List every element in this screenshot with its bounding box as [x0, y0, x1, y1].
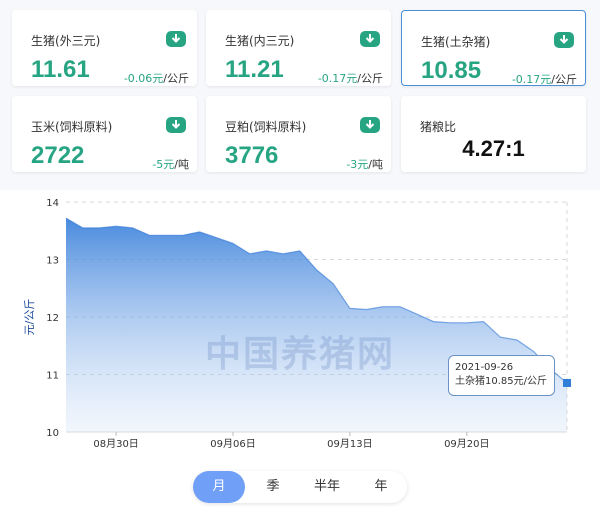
card-value: 10.85	[421, 57, 482, 84]
data-point	[232, 242, 235, 245]
y-tick-label: 10	[46, 428, 59, 439]
page: 生猪(外三元) 11.61 -0.06元/公斤 生猪(内三元) 11.21 -0…	[0, 0, 600, 512]
price-chart: 10 11 12 13 14 08月30日 09月06日 09月13日 09月20日 元/公斤	[23, 198, 568, 450]
data-point	[282, 252, 285, 255]
data-point	[265, 249, 268, 252]
data-point	[315, 268, 318, 271]
data-point	[65, 217, 68, 220]
price-cards-area: 生猪(外三元) 11.61 -0.06元/公斤 生猪(内三元) 11.21 -0…	[0, 0, 600, 190]
data-point	[81, 226, 84, 229]
card-title: 生猪(外三元)	[31, 34, 101, 48]
tab-year[interactable]: 年	[355, 471, 407, 503]
data-point	[499, 336, 502, 339]
x-tick-label: 09月06日	[210, 438, 255, 450]
card-hog-outer[interactable]: 生猪(外三元) 11.61 -0.06元/公斤	[12, 10, 197, 86]
data-point	[98, 226, 101, 229]
data-point	[181, 234, 184, 237]
data-point	[465, 321, 468, 324]
down-arrow-icon	[554, 32, 574, 48]
down-arrow-icon	[166, 117, 186, 133]
y-tick-label: 13	[46, 256, 59, 267]
ratio-value: 4.27:1	[462, 136, 525, 161]
data-point	[165, 234, 168, 237]
tooltip-label: 土杂猪10.85元/公斤	[455, 376, 547, 387]
card-hog-inner[interactable]: 生猪(内三元) 11.21 -0.17元/公斤	[206, 10, 391, 86]
card-title: 生猪(内三元)	[225, 34, 295, 48]
card-hog-mixed[interactable]: 生猪(土杂猪) 10.85 -0.17元/公斤	[401, 10, 586, 86]
y-tick-label: 14	[46, 198, 59, 209]
data-point	[432, 320, 435, 323]
card-change: -0.17元/公斤	[317, 72, 383, 85]
chart-end-marker	[563, 379, 571, 387]
card-value: 11.21	[225, 56, 284, 83]
card-change: -0.17元/公斤	[511, 73, 577, 86]
card-title: 猪粮比	[420, 120, 457, 134]
data-point	[515, 339, 518, 342]
x-tick-label: 09月20日	[444, 438, 489, 450]
card-value: 11.61	[31, 56, 90, 83]
card-change: -0.06元/公斤	[123, 72, 189, 85]
watermark: 中国养猪网	[205, 334, 396, 375]
tab-month[interactable]: 月	[193, 471, 245, 503]
x-tick-label: 08月30日	[93, 438, 138, 450]
card-hog-grain-ratio[interactable]: 猪粮比 4.27:1	[401, 96, 586, 172]
data-point	[248, 252, 251, 255]
data-point	[348, 307, 351, 310]
data-point	[131, 226, 134, 229]
down-arrow-icon	[166, 31, 186, 47]
data-point	[298, 249, 301, 252]
tooltip-date: 2021-09-26	[455, 362, 514, 373]
card-soymeal[interactable]: 豆粕(饲料原料) 3776 -3元/吨	[206, 96, 391, 172]
down-arrow-icon	[360, 31, 380, 47]
card-change: -3元/吨	[346, 158, 383, 171]
data-point	[532, 350, 535, 353]
y-tick-label: 12	[46, 313, 59, 324]
y-axis-label: 元/公斤	[23, 299, 36, 336]
data-point	[449, 321, 452, 324]
card-title: 玉米(饲料原料)	[31, 120, 113, 134]
chart-tooltip: 2021-09-26 土杂猪10.85元/公斤	[448, 355, 555, 396]
data-point	[198, 230, 201, 233]
data-point	[115, 225, 118, 228]
down-arrow-icon	[360, 117, 380, 133]
data-point	[332, 282, 335, 285]
card-change: -5元/吨	[152, 158, 189, 171]
period-selector: 月 季 半年 年	[193, 471, 407, 503]
data-point	[365, 308, 368, 311]
tab-quarter[interactable]: 季	[247, 471, 299, 503]
data-point	[415, 313, 418, 316]
data-point	[148, 234, 151, 237]
data-point	[399, 305, 402, 308]
tab-half-year[interactable]: 半年	[299, 471, 355, 503]
card-corn[interactable]: 玉米(饲料原料) 2722 -5元/吨	[12, 96, 197, 172]
x-tick-label: 09月13日	[327, 438, 372, 450]
card-value: 3776	[225, 142, 279, 169]
data-point	[482, 320, 485, 323]
card-value: 2722	[31, 142, 85, 169]
data-point	[382, 305, 385, 308]
card-title: 生猪(土杂猪)	[421, 35, 491, 49]
data-point	[215, 236, 218, 239]
card-title: 豆粕(饲料原料)	[225, 120, 307, 134]
y-tick-label: 11	[46, 371, 59, 382]
